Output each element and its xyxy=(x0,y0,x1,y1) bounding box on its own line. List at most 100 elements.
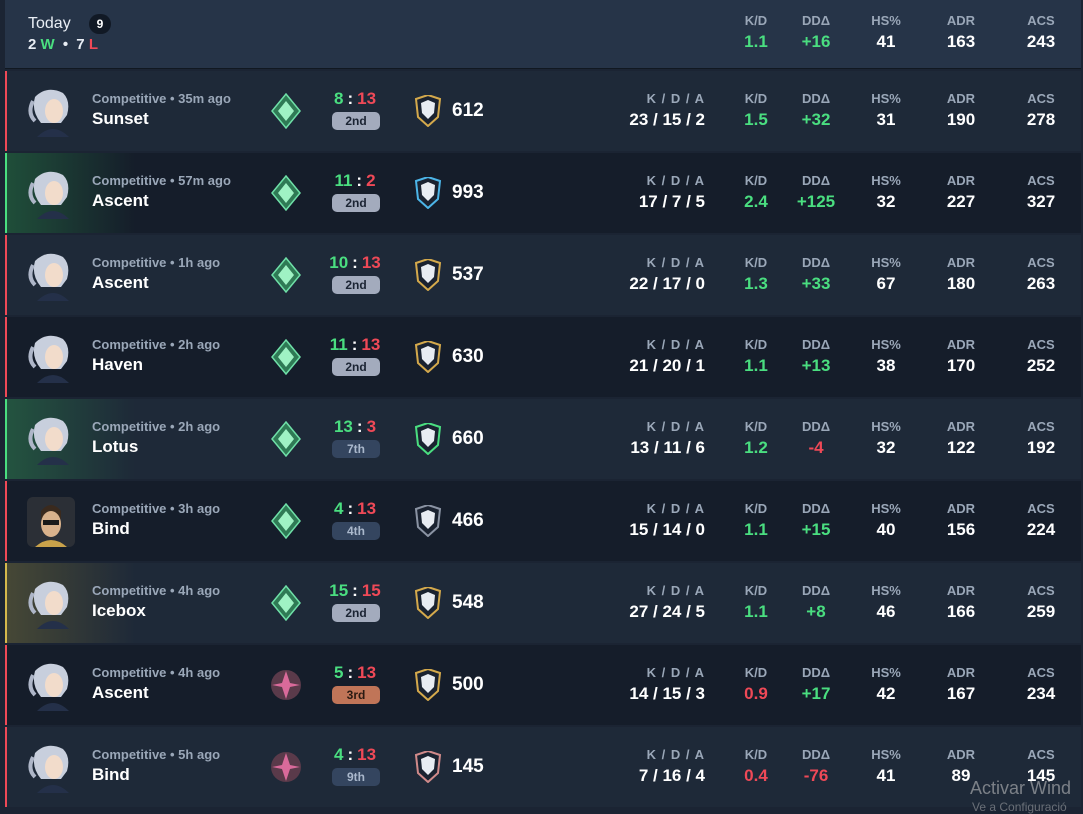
activation-watermark-sub: Ve a Configuració xyxy=(972,800,1067,814)
match-row[interactable]: Competitive • 35m ago Sunset 8:13 2nd 612 K /… xyxy=(5,71,1081,151)
placement-badge: 2nd xyxy=(332,358,380,376)
result-bar xyxy=(5,153,7,233)
losses-letter: L xyxy=(88,36,98,53)
hs-stat: HS% 31 xyxy=(871,91,901,129)
result-bar xyxy=(5,317,7,397)
enemy-score: 13 xyxy=(357,499,377,518)
match-mode-time: Competitive • 3h ago xyxy=(92,501,221,516)
result-bar xyxy=(5,71,7,151)
match-count-badge: 9 xyxy=(89,14,111,34)
match-row[interactable]: Competitive • 4h ago Icebox 15:15 2nd 548 K /… xyxy=(5,563,1081,643)
dd-stat: DDΔ -76 xyxy=(801,747,831,785)
summary-hs: HS% 41 xyxy=(871,13,901,51)
team-score: 4 xyxy=(333,745,344,764)
rank-rating-icon xyxy=(413,749,443,784)
team-score: 8 xyxy=(333,89,344,108)
rank-rating: 500 xyxy=(452,674,484,695)
hs-stat: HS% 32 xyxy=(871,419,901,457)
rank-rating: 993 xyxy=(452,182,484,203)
placement-badge: 2nd xyxy=(332,194,380,212)
losses-count: 7 xyxy=(76,36,85,53)
immortal-rank-icon xyxy=(270,667,302,703)
rank-rating: 548 xyxy=(452,592,484,613)
rank-rating-icon xyxy=(413,339,443,374)
adr-stat: ADR 167 xyxy=(946,665,976,703)
rank-rating-icon xyxy=(413,667,443,702)
score-separator: : xyxy=(347,663,354,682)
match-score: 4:13 xyxy=(325,499,385,519)
jett-avatar xyxy=(27,169,75,219)
enemy-score: 13 xyxy=(357,745,377,764)
rank-rating-icon xyxy=(413,93,443,128)
result-bar xyxy=(5,563,7,643)
match-row[interactable]: Competitive • 5h ago Bind 4:13 9th 145 K / D … xyxy=(5,727,1081,807)
acs-stat: ACS 224 xyxy=(1026,501,1056,539)
hs-stat: HS% 67 xyxy=(871,255,901,293)
match-score: 11:2 xyxy=(325,171,385,191)
dd-stat: DDΔ +15 xyxy=(801,501,831,539)
match-score: 8:13 xyxy=(325,89,385,109)
jett-avatar xyxy=(27,415,75,465)
adr-stat: ADR 156 xyxy=(946,501,976,539)
enemy-score: 13 xyxy=(357,663,377,682)
dd-stat: DDΔ -4 xyxy=(801,419,831,457)
dd-stat: DDΔ +13 xyxy=(801,337,831,375)
hs-stat: HS% 42 xyxy=(871,665,901,703)
match-row[interactable]: Competitive • 3h ago Bind 4:13 4th 466 K / D … xyxy=(5,481,1081,561)
map-name: Haven xyxy=(92,355,144,374)
enemy-score: 2 xyxy=(366,171,376,190)
today-label: Today xyxy=(28,15,71,32)
kda-stat: K / D / A 21 / 20 / 1 xyxy=(629,337,705,375)
match-mode-time: Competitive • 2h ago xyxy=(92,337,221,352)
adr-stat: ADR 190 xyxy=(946,91,976,129)
score-separator: : xyxy=(352,581,358,600)
match-row[interactable]: Competitive • 2h ago Lotus 13:3 7th 660 K / D… xyxy=(5,399,1081,479)
kda-stat: K / D / A 23 / 15 / 2 xyxy=(629,91,705,129)
adr-stat: ADR 170 xyxy=(946,337,976,375)
kda-stat: K / D / A7 / 16 / 4 xyxy=(638,747,705,785)
placement-badge: 2nd xyxy=(332,604,380,622)
hs-stat: HS% 41 xyxy=(871,747,901,785)
map-name: Icebox xyxy=(92,601,146,620)
kda-stat: K / D / A 15 / 14 / 0 xyxy=(629,501,705,539)
kda-stat: K / D / A 17 / 7 / 5 xyxy=(638,173,705,211)
match-mode-time: Competitive • 2h ago xyxy=(92,419,221,434)
dd-stat: DDΔ +32 xyxy=(801,91,831,129)
hs-stat: HS% 32 xyxy=(871,173,901,211)
team-score: 4 xyxy=(333,499,344,518)
match-score: 13:3 xyxy=(325,417,385,437)
map-name: Bind xyxy=(92,519,130,538)
match-score: 10:13 xyxy=(325,253,385,273)
jett-avatar xyxy=(27,579,75,629)
dd-stat: DDΔ +33 xyxy=(801,255,831,293)
rank-rating: 466 xyxy=(452,510,484,531)
team-score: 11 xyxy=(334,171,353,190)
placement-badge: 3rd xyxy=(332,686,380,704)
jett-avatar xyxy=(27,87,75,137)
wins-letter: W xyxy=(40,36,55,53)
kda-stat: K / D / A 27 / 24 / 5 xyxy=(629,583,705,621)
match-row[interactable]: Competitive • 57m ago Ascent 11:2 2nd 993 K /… xyxy=(5,153,1081,233)
dd-stat: DDΔ +125 xyxy=(796,173,836,211)
ascendant-rank-icon xyxy=(270,420,302,458)
map-name: Ascent xyxy=(92,273,149,292)
score-separator: : xyxy=(347,745,354,764)
jett-avatar xyxy=(27,333,75,383)
jett-avatar xyxy=(27,251,75,301)
rank-rating-icon xyxy=(413,257,443,292)
ascendant-rank-icon xyxy=(270,256,302,294)
match-score: 11:13 xyxy=(325,335,385,355)
match-row[interactable]: Competitive • 4h ago Ascent 5:13 3rd 500 K / … xyxy=(5,645,1081,725)
match-row[interactable]: Competitive • 1h ago Ascent 10:13 2nd 537 K /… xyxy=(5,235,1081,315)
rank-rating: 612 xyxy=(452,100,484,121)
enemy-score: 13 xyxy=(361,335,381,354)
wins-count: 2 xyxy=(28,36,37,53)
adr-stat: ADR 180 xyxy=(946,255,976,293)
match-row[interactable]: Competitive • 2h ago Haven 11:13 2nd 630 K / … xyxy=(5,317,1081,397)
acs-stat: ACS 259 xyxy=(1026,583,1056,621)
activation-watermark: Activar Wind xyxy=(970,778,1072,798)
result-bar xyxy=(5,645,7,725)
kda-stat: K / D / A 13 / 11 / 6 xyxy=(630,419,705,457)
map-name: Ascent xyxy=(92,191,149,210)
match-mode-time: Competitive • 57m ago xyxy=(92,173,231,188)
